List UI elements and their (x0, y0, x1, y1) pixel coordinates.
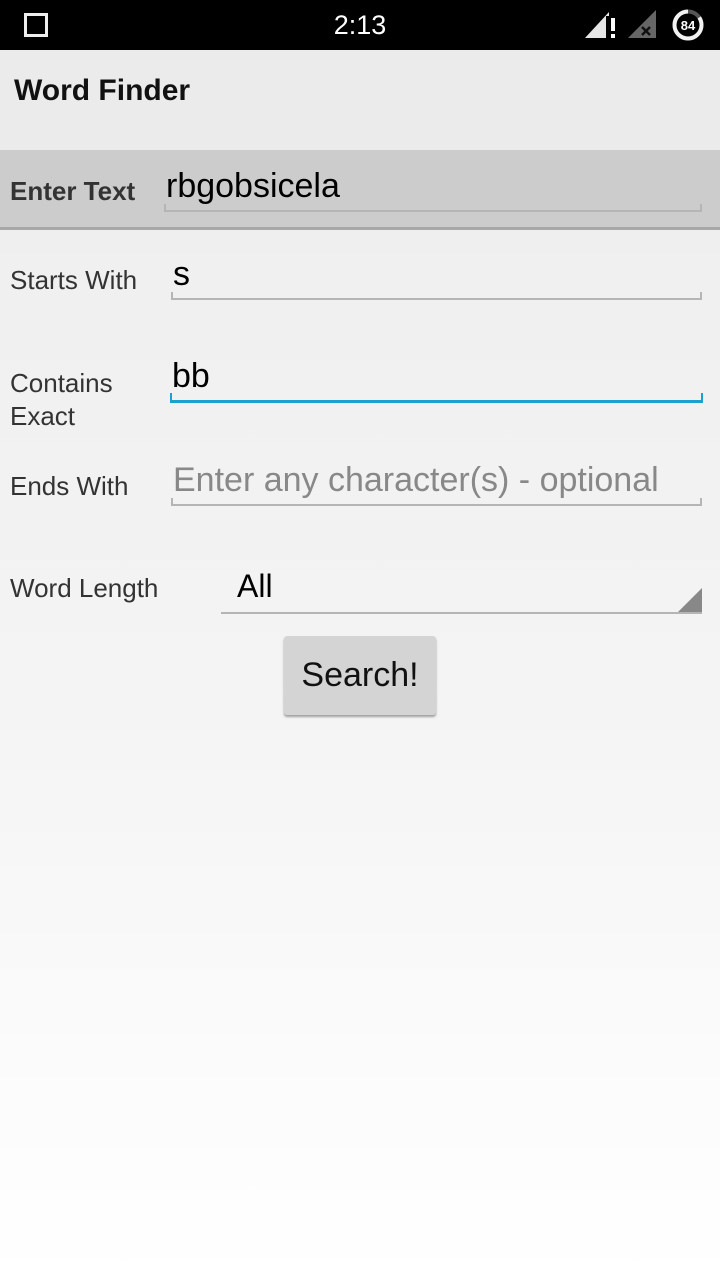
ends-with-label: Ends With (10, 471, 129, 501)
contains-exact-value: bb (172, 357, 210, 395)
battery-level: 84 (681, 18, 696, 33)
starts-with-label: Starts With (10, 265, 138, 295)
word-length-label: Word Length (10, 573, 159, 603)
enter-text-row: Enter Text rbgobsicela (0, 150, 720, 230)
ends-with-input[interactable]: Enter any character(s) - optional (171, 461, 702, 506)
enter-text-value: rbgobsicela (166, 167, 340, 205)
no-sim-icon (628, 10, 656, 38)
battery-circle-icon: 84 (672, 9, 704, 41)
action-bar: Word Finder (0, 50, 720, 150)
word-length-dropdown[interactable]: All (221, 562, 702, 614)
dropdown-arrow-icon (678, 588, 702, 612)
enter-text-label: Enter Text (10, 176, 136, 206)
contains-exact-label-line2: Exact (10, 401, 76, 431)
enter-text-input[interactable]: rbgobsicela (164, 167, 702, 212)
app-title: Word Finder (14, 74, 191, 107)
signal-warning-icon (585, 12, 615, 39)
starts-with-value: s (173, 255, 190, 293)
contains-exact-label-line1: Contains (10, 368, 113, 398)
search-button[interactable]: Search! (284, 636, 436, 715)
status-bar: 2:13 84 (0, 0, 720, 50)
contains-exact-input[interactable]: bb (170, 357, 703, 403)
contains-exact-label: Contains Exact (10, 367, 113, 433)
ends-with-placeholder: Enter any character(s) - optional (173, 461, 659, 499)
starts-with-input[interactable]: s (171, 255, 702, 300)
word-length-selected: All (237, 568, 273, 604)
